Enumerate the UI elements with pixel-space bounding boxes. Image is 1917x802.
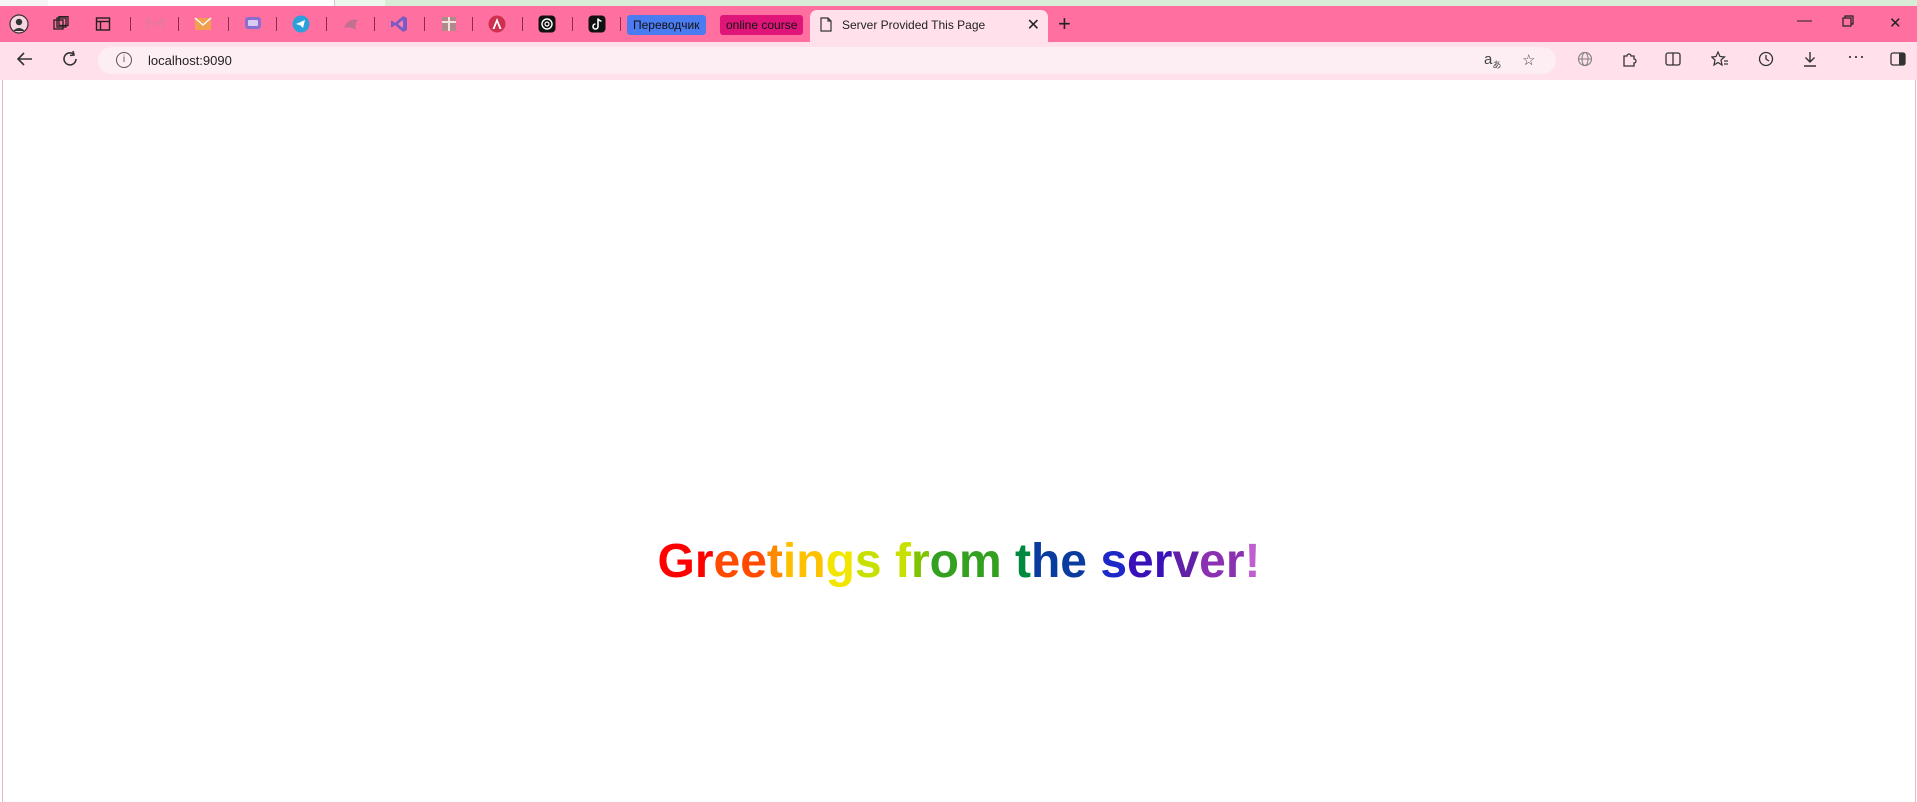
chat-icon[interactable] [242, 13, 264, 35]
angular-icon[interactable] [486, 13, 508, 35]
split-screen-icon[interactable] [1665, 51, 1681, 72]
translate-icon[interactable]: aあ [1484, 51, 1501, 71]
bookmark-icon[interactable] [438, 13, 460, 35]
workspaces-icon[interactable] [50, 13, 72, 35]
tab-separator [228, 17, 229, 31]
extensions-icon[interactable] [1621, 51, 1637, 72]
favorites-icon[interactable] [1710, 50, 1729, 72]
sidebar-toggle-icon[interactable] [1890, 51, 1906, 72]
more-options-icon[interactable]: ··· [1847, 46, 1865, 67]
tiktok-icon[interactable] [586, 13, 608, 35]
tab-separator [572, 17, 573, 31]
tab-translator[interactable]: Переводчик [627, 15, 706, 35]
active-tab-title: Server Provided This Page [842, 18, 986, 32]
gmail-icon[interactable] [144, 13, 166, 35]
close-tab-icon[interactable]: ✕ [1027, 15, 1040, 35]
tab-separator [178, 17, 179, 31]
back-icon[interactable] [16, 50, 34, 73]
tab-separator [326, 17, 327, 31]
page-content: Greetings from the server! [2, 80, 1916, 802]
minimize-icon[interactable]: — [1797, 12, 1812, 29]
close-window-icon[interactable]: ✕ [1889, 14, 1902, 32]
tab-online-course[interactable]: online course [720, 15, 804, 35]
restore-icon[interactable] [1842, 14, 1854, 31]
downloads-icon[interactable] [1802, 51, 1818, 72]
tab-separator [276, 17, 277, 31]
tab-separator [620, 17, 621, 31]
site-info-icon[interactable]: i [116, 52, 132, 68]
refresh-icon[interactable] [61, 50, 79, 73]
tab-separator [424, 17, 425, 31]
telegram-icon[interactable] [290, 13, 312, 35]
chatgpt-icon[interactable] [536, 13, 558, 35]
tab-actions-icon[interactable] [92, 13, 114, 35]
tab-separator [130, 17, 131, 31]
tab-separator [522, 17, 523, 31]
network-icon[interactable] [1577, 51, 1593, 72]
address-field[interactable]: i localhost:9090 aあ ☆ [98, 47, 1556, 74]
tab-separator [472, 17, 473, 31]
address-bar-row: i localhost:9090 aあ ☆ ··· [0, 42, 1917, 80]
tab-separator [374, 17, 375, 31]
greeting-heading: Greetings from the server! [657, 535, 1261, 588]
tab-bar: Переводчик online course Server Provided… [0, 6, 1917, 42]
history-icon[interactable] [1758, 51, 1774, 72]
visual-studio-icon[interactable] [388, 13, 410, 35]
favorite-star-icon[interactable]: ☆ [1522, 51, 1535, 69]
new-tab-button[interactable]: + [1058, 13, 1071, 35]
profile-icon[interactable] [8, 13, 30, 35]
active-tab[interactable]: Server Provided This Page ✕ [810, 10, 1048, 42]
mail-icon[interactable] [192, 13, 214, 35]
app-icon[interactable] [340, 13, 362, 35]
page-icon [820, 17, 832, 32]
url-text[interactable]: localhost:9090 [148, 53, 232, 68]
